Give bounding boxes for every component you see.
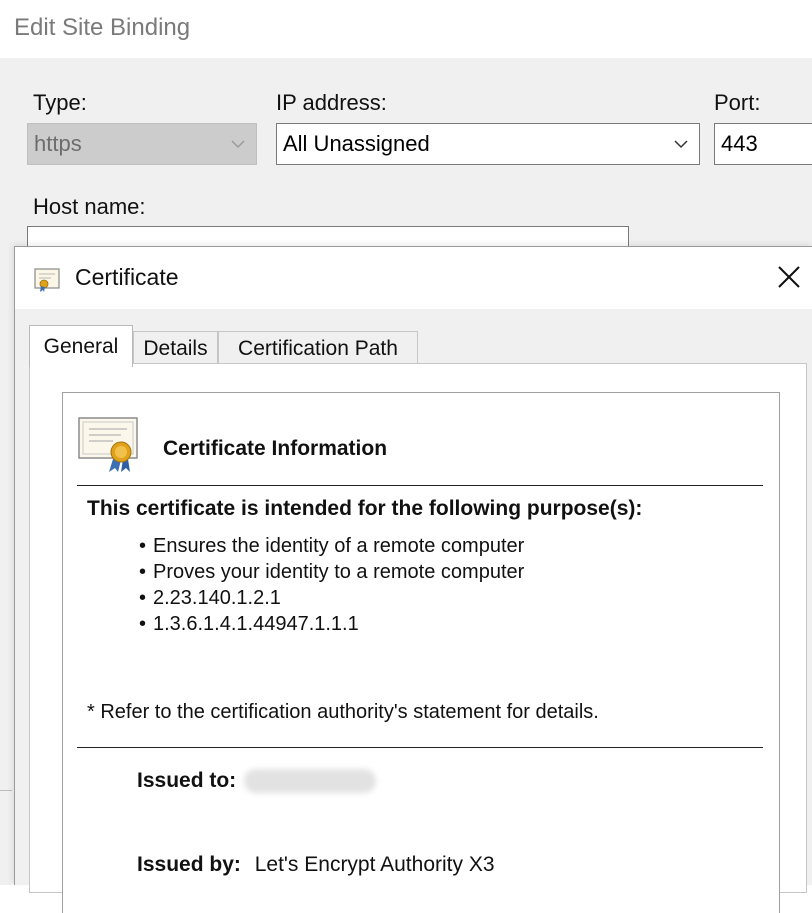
chevron-down-icon [674,140,688,149]
certificate-dialog: Certificate General Details Certificatio… [14,246,812,913]
certificate-information-heading: Certificate Information [163,437,388,460]
edit-site-binding-titlebar: Edit Site Binding [0,0,812,58]
port-input[interactable]: 443 [714,123,812,165]
divider [77,485,763,486]
ip-address-select[interactable]: All Unassigned [276,123,700,165]
issued-by-label: Issued by: [137,853,241,876]
tab-details[interactable]: Details [133,331,218,365]
certificate-titlebar: Certificate [15,247,812,309]
issued-by-row: Issued by: Let's Encrypt Authority X3 [137,853,495,877]
list-item: • Proves your identity to a remote comput… [139,561,525,583]
chevron-down-icon [231,140,245,149]
certificate-seal-icon [78,417,138,472]
port-label: Port: [714,90,761,115]
purpose-list: • Ensures the identity of a remote comput… [139,533,524,637]
issued-to-redacted [244,769,377,794]
ip-address-value: All Unassigned [283,131,430,156]
issued-by-value: Let's Encrypt Authority X3 [254,853,495,876]
certificate-icon [34,268,60,292]
issued-to-label: Issued to: [137,769,237,792]
edit-site-binding-title: Edit Site Binding [14,14,191,41]
type-value: https [34,131,82,156]
close-icon[interactable] [775,263,803,291]
list-item: • 2.23.140.1.2.1 [139,587,281,609]
list-item: • Ensures the identity of a remote comput… [139,535,525,557]
certificate-information-box: Certificate Information This certificate… [62,392,780,913]
issued-to-row: Issued to: [137,769,377,794]
tab-general[interactable]: General [29,325,133,367]
edit-site-binding-edge [0,790,12,885]
ip-address-label: IP address: [276,90,387,115]
type-label: Type: [33,90,87,115]
port-value: 443 [721,131,758,156]
purpose-heading: This certificate is intended for the fol… [87,497,643,520]
refer-note: * Refer to the certification authority's… [87,701,599,723]
type-select: https [27,123,257,165]
host-name-label: Host name: [33,194,146,219]
list-item: • 1.3.6.1.4.1.44947.1.1.1 [139,613,359,635]
tab-certification-path[interactable]: Certification Path [218,331,418,365]
general-tab-panel: Certificate Information This certificate… [29,363,807,913]
certificate-title: Certificate [75,264,179,290]
divider [77,747,763,748]
